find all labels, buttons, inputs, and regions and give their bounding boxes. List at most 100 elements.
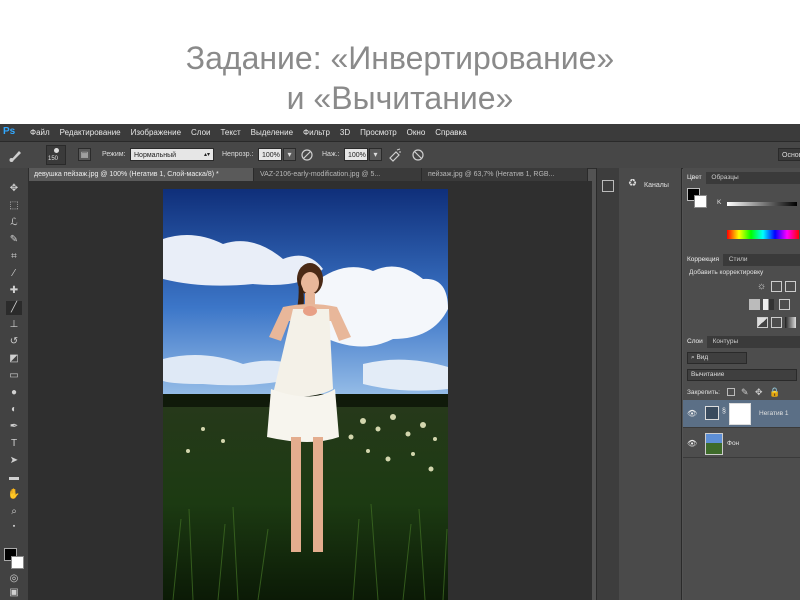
mode-label: Режим: (102, 151, 126, 158)
history-brush-tool-icon[interactable]: ↺ (6, 335, 22, 349)
pen-tool-icon[interactable]: ✒ (6, 420, 22, 434)
bw-adjustment-icon[interactable] (763, 299, 774, 310)
gradient-tool-icon[interactable]: ▭ (6, 369, 22, 383)
menu-edit[interactable]: Редактирование (60, 128, 121, 137)
menu-window[interactable]: Окно (407, 128, 426, 137)
lock-pixels-icon[interactable] (727, 388, 735, 396)
menu-select[interactable]: Выделение (251, 128, 293, 137)
brightness-adjustment-icon[interactable]: ☼ (757, 281, 768, 292)
opacity-field[interactable]: 100% (258, 148, 282, 161)
gradient-map-adjustment-icon[interactable] (785, 317, 796, 328)
layer-mask-thumbnail[interactable] (729, 403, 751, 425)
healing-brush-tool-icon[interactable]: ✚ (6, 284, 22, 298)
eraser-tool-icon[interactable]: ◩ (6, 352, 22, 366)
menu-filter[interactable]: Фильтр (303, 128, 330, 137)
hand-tool-icon[interactable]: ✋ (6, 488, 22, 502)
blur-tool-icon[interactable]: ● (6, 386, 22, 400)
lock-move-icon[interactable]: ✥ (755, 387, 765, 397)
dodge-tool-icon[interactable]: ◐ (6, 403, 22, 417)
brush-tool-icon[interactable]: ╱ (6, 301, 22, 315)
color-bg-swatch[interactable] (694, 195, 707, 208)
brush-preset-picker[interactable]: 150 (46, 145, 66, 165)
recycle-channels-icon[interactable]: ♻ (628, 178, 640, 190)
tab-document-2[interactable]: VAZ-2106-early-modification.jpg @ 5... (254, 168, 422, 181)
quick-mask-icon[interactable]: ◎ (6, 572, 22, 586)
type-tool-icon[interactable]: T (6, 437, 22, 451)
layer-name: Негатив 1 (759, 410, 789, 417)
document-photo[interactable] (163, 189, 448, 600)
flow-label: Наж.: (322, 151, 340, 158)
menu-view[interactable]: Просмотр (360, 128, 397, 137)
opacity-label: Непрозр.: (222, 151, 254, 158)
default-colors-icon[interactable]: ▪ (6, 520, 22, 534)
invert-adjustment-icon[interactable] (757, 317, 768, 328)
menu-image[interactable]: Изображение (131, 128, 181, 137)
layer-thumbnail[interactable] (705, 433, 723, 455)
tab-styles[interactable]: Стили (725, 256, 752, 263)
curves-adjustment-icon[interactable] (785, 281, 796, 292)
lasso-tool-icon[interactable]: ℒ (6, 216, 22, 230)
adjustment-layer-icon (705, 406, 719, 420)
posterize-adjustment-icon[interactable] (771, 317, 782, 328)
lock-all-icon[interactable]: 🔒 (769, 387, 780, 397)
history-panel-icon[interactable] (602, 180, 614, 192)
color-spectrum-bar[interactable] (727, 230, 799, 239)
tab-document-3[interactable]: пейзаж.jpg @ 63,7% (Негатив 1, RGB... (422, 168, 588, 181)
channels-label[interactable]: Каналы (644, 182, 669, 189)
menu-3d[interactable]: 3D (340, 128, 350, 137)
tab-color[interactable]: Цвет (683, 172, 706, 184)
document-canvas-area[interactable] (28, 181, 592, 600)
flow-field[interactable]: 100% (344, 148, 368, 161)
right-panels: Цвет Образцы K Коррекция Стили Добавить … (683, 168, 800, 600)
airbrush-icon[interactable] (388, 148, 402, 162)
brush-panel-toggle[interactable]: ▤ (78, 148, 91, 161)
ps-logo: Ps (3, 126, 16, 137)
brush-tool-icon[interactable] (8, 147, 24, 163)
tab-document-1[interactable]: девушка пейзаж.jpg @ 100% (Негатив 1, Сл… (28, 168, 254, 181)
menu-file[interactable]: Файл (30, 128, 50, 137)
menu-help[interactable]: Справка (435, 128, 466, 137)
lock-position-icon[interactable]: ✎ (741, 387, 751, 397)
mode-select[interactable]: Нормальный ▴▾ (130, 148, 214, 161)
tab-paths[interactable]: Контуры (709, 338, 743, 345)
flow-dropdown-button[interactable]: ▾ (369, 148, 382, 161)
menu-layers[interactable]: Слои (191, 128, 210, 137)
eyedropper-tool-icon[interactable]: ⁄ (6, 267, 22, 281)
color-balance-adjustment-icon[interactable] (749, 299, 760, 310)
quick-selection-tool-icon[interactable]: ✎ (6, 233, 22, 247)
mode-select-value: Нормальный (134, 152, 177, 159)
layer-row-negative[interactable]: 👁 § Негатив 1 (683, 400, 800, 428)
tab-correction[interactable]: Коррекция (683, 254, 723, 266)
screen-mode-icon[interactable]: ▣ (6, 586, 22, 600)
zoom-tool-icon[interactable]: ⌕ (6, 505, 22, 519)
slide-title-line2: и «Вычитание» (286, 80, 514, 116)
eye-icon[interactable]: 👁 (687, 409, 697, 418)
clone-stamp-tool-icon[interactable]: ⊥ (6, 318, 22, 332)
move-tool-icon[interactable]: ✥ (6, 182, 22, 196)
layers-panel-tabs: Слои Контуры (683, 336, 800, 348)
marquee-tool-icon[interactable]: ⬚ (6, 199, 22, 213)
channels-panel: ♻ Каналы (619, 168, 682, 600)
photo-filter-adjustment-icon[interactable] (779, 299, 790, 310)
tab-layers[interactable]: Слои (683, 336, 707, 348)
color-channel-label: K (717, 199, 722, 206)
crop-tool-icon[interactable]: ⌗ (6, 250, 22, 264)
opacity-pressure-icon[interactable] (300, 148, 314, 162)
shape-tool-icon[interactable]: ▬ (6, 471, 22, 485)
color-slider[interactable] (727, 202, 797, 206)
levels-adjustment-icon[interactable] (771, 281, 782, 292)
layer-filter-select[interactable]: ⌕ Вид (687, 352, 747, 364)
path-selection-tool-icon[interactable]: ➤ (6, 454, 22, 468)
blend-mode-select[interactable]: Вычитание (687, 369, 797, 381)
workspace-select[interactable]: Основ (778, 148, 800, 161)
layer-row-background[interactable]: 👁 Фон (683, 430, 800, 458)
tablet-pressure-size-icon[interactable] (411, 148, 425, 162)
slide-title-line1: Задание: «Инвертирование» (185, 40, 615, 76)
background-color-swatch[interactable] (11, 556, 24, 569)
opacity-dropdown-button[interactable]: ▾ (283, 148, 296, 161)
menu-type[interactable]: Текст (220, 128, 240, 137)
tab-swatches[interactable]: Образцы (707, 174, 742, 181)
eye-icon[interactable]: 👁 (687, 439, 697, 448)
link-icon[interactable]: § (722, 408, 726, 415)
layer-name: Фон (727, 440, 740, 447)
